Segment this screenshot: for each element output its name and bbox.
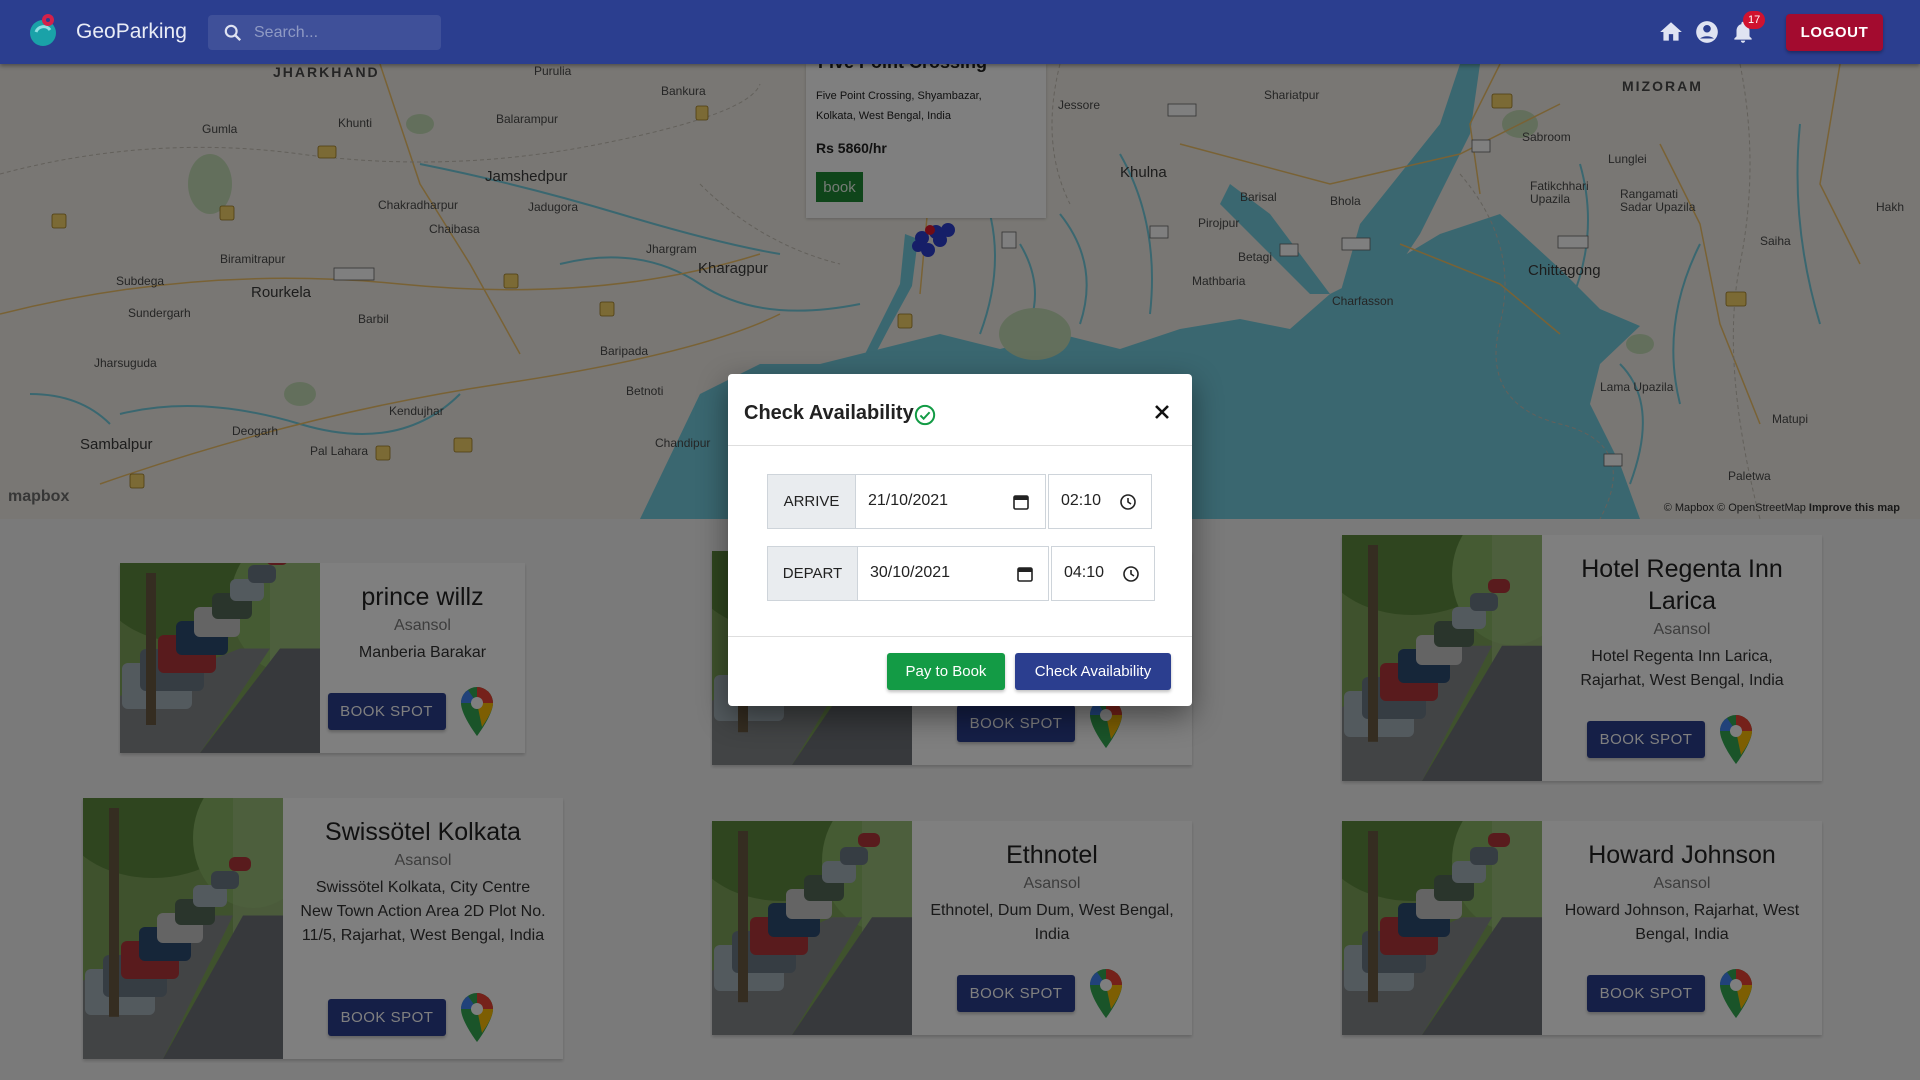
clock-icon[interactable] [1119,493,1137,511]
depart-label: DEPART [767,546,857,601]
calendar-icon[interactable] [1016,565,1034,583]
depart-date-value: 30/10/2021 [870,564,951,581]
search-box[interactable] [208,15,441,50]
top-navbar: GeoParking 17 LOGOUT [0,0,1920,64]
modal-header: Check Availability [728,374,1192,446]
modal-title: Check Availability [744,402,914,424]
search-icon [224,24,242,42]
check-availability-modal: Check Availability ARRIVE 21/10/2021 02:… [728,374,1192,706]
arrive-date-value: 21/10/2021 [868,492,949,509]
modal-footer: Pay to Book Check Availability [728,636,1192,706]
depart-time-input[interactable]: 04:10 [1051,546,1155,601]
arrive-label: ARRIVE [767,474,855,529]
calendar-icon[interactable] [1012,493,1030,511]
close-button[interactable] [1148,398,1176,426]
arrive-date-input[interactable]: 21/10/2021 [855,474,1046,529]
arrive-time-input[interactable]: 02:10 [1048,474,1152,529]
check-circle-icon [914,404,936,426]
logout-button[interactable]: LOGOUT [1786,14,1883,51]
arrive-time-value: 02:10 [1061,492,1102,509]
depart-time-value: 04:10 [1064,564,1105,581]
check-availability-button[interactable]: Check Availability [1015,653,1171,690]
brand-name[interactable]: GeoParking [76,20,187,44]
notification-badge: 17 [1743,11,1766,29]
search-input[interactable] [254,15,434,50]
modal-body: ARRIVE 21/10/2021 02:10 DEPART 30/10/202… [728,446,1192,634]
clock-icon[interactable] [1122,565,1140,583]
home-icon[interactable] [1658,19,1684,45]
depart-date-input[interactable]: 30/10/2021 [857,546,1049,601]
account-icon[interactable] [1694,19,1720,45]
geoparking-logo-icon[interactable] [26,12,62,48]
pay-to-book-button[interactable]: Pay to Book [887,653,1005,690]
close-icon [1155,405,1169,419]
